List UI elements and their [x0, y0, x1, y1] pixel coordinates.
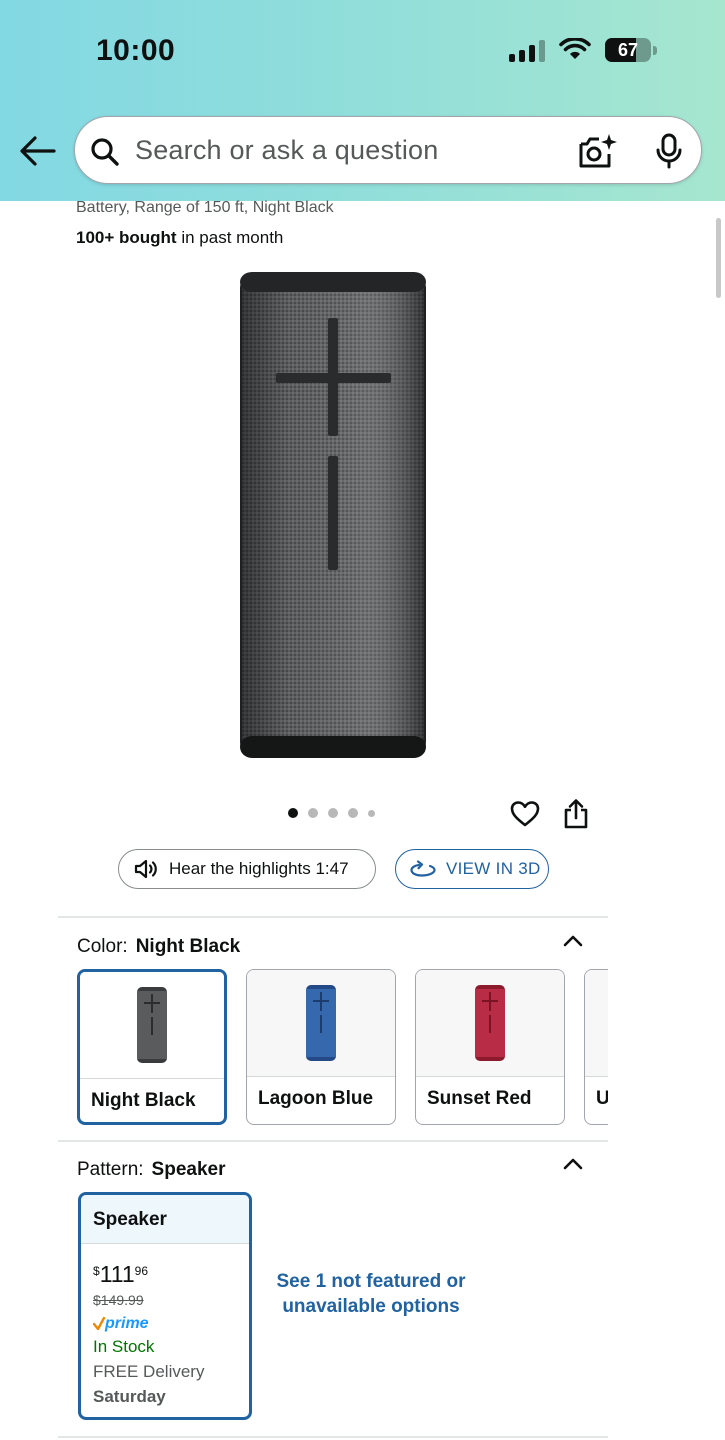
swatch-image [80, 972, 224, 1079]
hear-highlights-button[interactable]: Hear the highlights 1:47 [118, 849, 376, 889]
color-swatch-night-black[interactable]: Night Black [77, 969, 227, 1125]
pattern-label-row: Pattern: Speaker [77, 1159, 226, 1181]
swatch-image [247, 970, 395, 1077]
bought-count-bold: 100+ bought [76, 228, 177, 247]
status-time: 10:00 [96, 34, 176, 67]
battery-percent: 67 [617, 40, 639, 60]
prime-check-icon [93, 1317, 105, 1331]
chevron-up-icon[interactable] [561, 932, 585, 948]
price-fraction: 96 [134, 1264, 149, 1278]
color-label: Color: [77, 936, 128, 957]
status-icons: 67 [509, 38, 657, 62]
carousel-dot[interactable] [328, 808, 338, 818]
swatch-speaker-image [137, 987, 167, 1063]
cellular-signal-icon [509, 38, 545, 62]
product-title-fragment: Battery, Range of 150 ft, Night Black [76, 199, 334, 216]
image-carousel-dots[interactable] [288, 808, 375, 818]
prime-badge: prime [93, 1315, 149, 1333]
microphone-icon[interactable] [653, 132, 685, 170]
bought-count: 100+ bought in past month [76, 228, 283, 248]
color-swatch-lagoon-blue[interactable]: Lagoon Blue [246, 969, 396, 1125]
carousel-dot[interactable] [368, 809, 375, 817]
carousel-dot[interactable] [308, 808, 318, 818]
battery-icon: 67 [605, 38, 651, 62]
share-icon[interactable] [562, 798, 590, 830]
swatch-speaker-image [475, 985, 505, 1061]
camera-lens-icon[interactable] [577, 132, 617, 170]
chevron-up-icon[interactable] [561, 1155, 585, 1171]
price-currency: $ [93, 1264, 100, 1278]
product-image[interactable] [238, 270, 430, 762]
pattern-option-name: Speaker [81, 1195, 249, 1244]
wifi-icon [559, 38, 591, 59]
swatch-label: Night Black [91, 1090, 196, 1111]
color-swatch-sunset-red[interactable]: Sunset Red [415, 969, 565, 1125]
swatch-image [585, 970, 608, 1077]
see-more-options-link[interactable]: See 1 not featured or unavailable option… [276, 1269, 466, 1319]
heart-icon[interactable] [510, 800, 540, 828]
color-swatch-partial[interactable]: U [584, 969, 608, 1125]
view-in-3d-button[interactable]: VIEW IN 3D [395, 849, 549, 889]
app-header: 10:00 67 Search or ask a question [0, 0, 725, 201]
battery-tip [653, 45, 657, 55]
hear-highlights-label: Hear the highlights 1:47 [169, 859, 349, 878]
swatch-image [416, 970, 564, 1077]
speaker-sound-icon [134, 859, 157, 879]
color-label-row: Color: Night Black [77, 936, 240, 958]
swatch-label: Lagoon Blue [258, 1088, 374, 1109]
search-input[interactable]: Search or ask a question [135, 135, 438, 166]
pattern-option-speaker[interactable]: Speaker $ 111 96 $149.99 prime In Stock … [78, 1192, 252, 1420]
color-selected-value: Night Black [135, 936, 241, 957]
bought-count-rest: in past month [176, 228, 284, 247]
search-bar[interactable]: Search or ask a question [74, 116, 702, 184]
swatch-label: U [596, 1088, 608, 1110]
section-divider [58, 1140, 608, 1142]
swatch-speaker-image [306, 985, 336, 1061]
rotate-3d-icon [410, 860, 436, 877]
stock-status: In Stock [93, 1337, 155, 1356]
price: $ 111 96 [93, 1261, 148, 1288]
back-arrow-icon[interactable] [18, 133, 58, 169]
delivery-label: FREE Delivery [93, 1362, 205, 1381]
delivery-day: Saturday [93, 1387, 166, 1406]
section-divider [58, 916, 608, 918]
color-swatch-list: Night Black Lagoon Blue Sunset Red U [77, 969, 608, 1127]
scrollbar[interactable] [716, 218, 721, 298]
section-divider [58, 1436, 608, 1438]
swatch-label: Sunset Red [427, 1088, 532, 1109]
pattern-label: Pattern: [77, 1159, 144, 1180]
price-whole: 111 [99, 1261, 135, 1287]
pattern-selected-value: Speaker [151, 1159, 226, 1180]
carousel-dot[interactable] [348, 808, 358, 818]
view-in-3d-label: VIEW IN 3D [446, 859, 541, 878]
carousel-dot[interactable] [288, 808, 298, 818]
prime-label: prime [105, 1315, 149, 1332]
search-icon [91, 138, 119, 166]
list-price: $149.99 [93, 1292, 144, 1308]
